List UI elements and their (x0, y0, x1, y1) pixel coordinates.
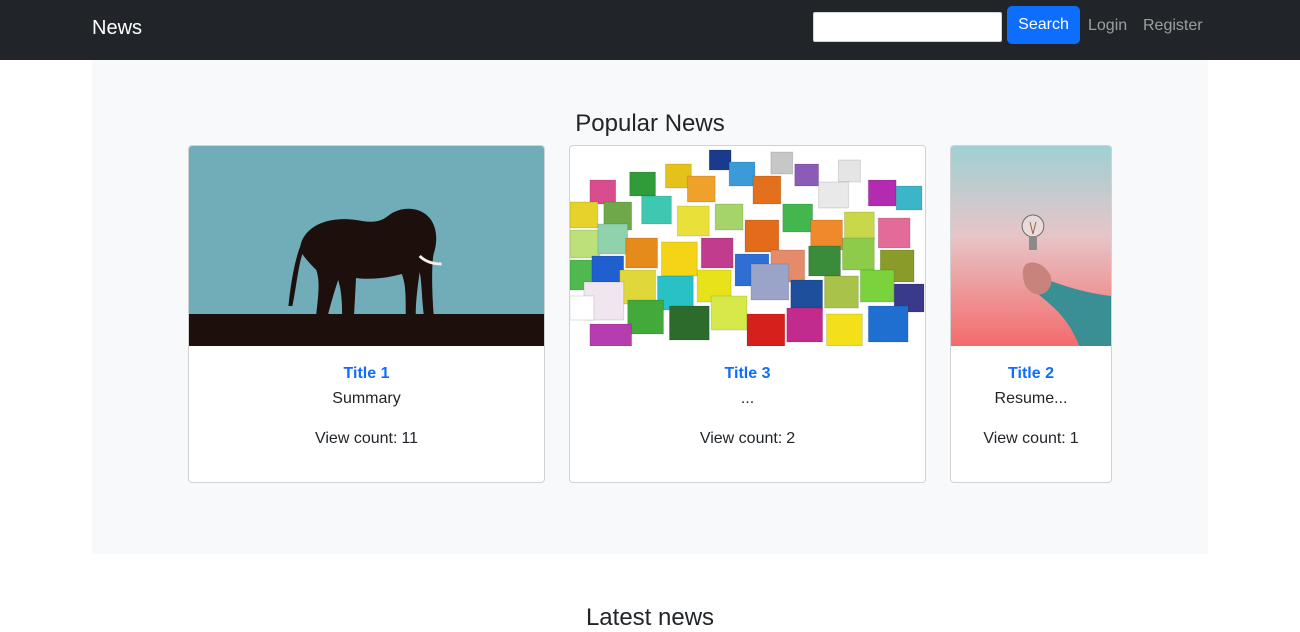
search-input[interactable] (813, 12, 1002, 42)
register-link[interactable]: Register (1143, 17, 1203, 35)
news-card[interactable]: Title 2 Resume... View count: 1 (950, 145, 1112, 483)
card-summary: Summary (332, 390, 401, 407)
view-count-value: 11 (401, 430, 419, 447)
login-link[interactable]: Login (1088, 17, 1127, 35)
navbar: News Search Login Register (0, 0, 1300, 60)
search-button[interactable]: Search (1007, 6, 1080, 44)
card-summary: Resume... (994, 390, 1068, 407)
card-summary: ... (740, 390, 755, 407)
popular-news-heading: Popular News (575, 110, 725, 137)
card-title-link[interactable]: Title 2 (951, 365, 1111, 383)
lightbulb-image[interactable] (951, 146, 1111, 346)
card-title-link[interactable]: Title 3 (570, 365, 925, 383)
view-count: View count: 11 (189, 430, 544, 448)
view-count-label: View count: (983, 430, 1066, 447)
elephant-image[interactable] (189, 146, 544, 346)
view-count-label: View count: (699, 430, 783, 447)
view-count-label: View count: (314, 430, 398, 447)
colorful-cubes-image[interactable] (570, 146, 925, 346)
news-card[interactable]: Title 3 ... View count: 2 (569, 145, 926, 483)
view-count: View count: 1 (951, 430, 1111, 448)
view-count-value: 2 (786, 430, 796, 447)
latest-news-heading: Latest news (585, 604, 715, 631)
view-count-value: 1 (1069, 430, 1079, 447)
brand-link[interactable]: News (92, 17, 142, 40)
view-count: View count: 2 (570, 430, 925, 448)
card-title-link[interactable]: Title 1 (189, 365, 544, 383)
news-card[interactable]: Title 1 Summary View count: 11 (188, 145, 545, 483)
